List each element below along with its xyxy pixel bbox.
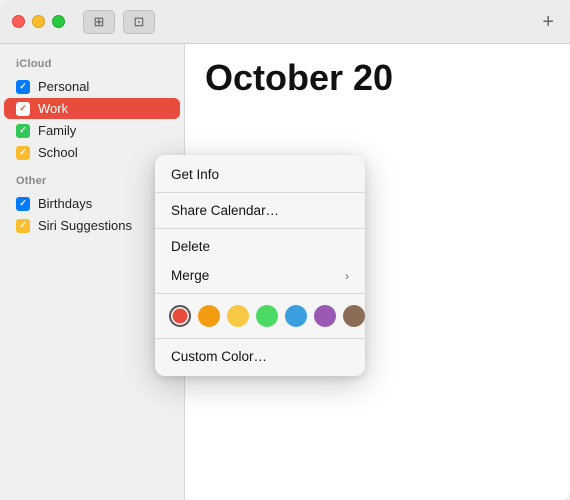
siri-label: Siri Suggestions: [38, 218, 132, 233]
share-calendar-label: Share Calendar…: [171, 203, 279, 218]
sidebar-item-siri[interactable]: Siri Suggestions: [4, 215, 180, 236]
birthdays-checkbox[interactable]: [16, 197, 30, 211]
work-label: Work: [38, 101, 68, 116]
maximize-button[interactable]: [52, 15, 65, 28]
separator-3: [155, 293, 365, 294]
separator-1: [155, 192, 365, 193]
color-green[interactable]: [256, 305, 278, 327]
title-bar: ⊞ ⊡ +: [0, 0, 570, 44]
grid-icon: ⊞: [94, 14, 105, 30]
school-label: School: [38, 145, 78, 160]
separator-2: [155, 228, 365, 229]
color-red[interactable]: [169, 305, 191, 327]
color-yellow[interactable]: [227, 305, 249, 327]
personal-label: Personal: [38, 79, 89, 94]
add-calendar-button[interactable]: +: [542, 11, 554, 34]
calendar-month-year: October 20: [205, 60, 550, 96]
inbox-icon: ⊡: [134, 14, 145, 30]
sidebar-item-work[interactable]: Work: [4, 98, 180, 119]
grid-view-button[interactable]: ⊞: [83, 10, 115, 34]
birthdays-label: Birthdays: [38, 196, 92, 211]
school-checkbox[interactable]: [16, 146, 30, 160]
app-window: ⊞ ⊡ + iCloud Personal Work Family School: [0, 0, 570, 500]
personal-checkbox[interactable]: [16, 80, 30, 94]
family-label: Family: [38, 123, 76, 138]
custom-color-label: Custom Color…: [171, 349, 267, 364]
color-brown[interactable]: [343, 305, 365, 327]
context-menu-delete[interactable]: Delete: [155, 232, 365, 261]
minimize-button[interactable]: [32, 15, 45, 28]
merge-label: Merge: [171, 268, 209, 283]
family-checkbox[interactable]: [16, 124, 30, 138]
color-picker-row: [155, 297, 365, 335]
context-menu-custom-color[interactable]: Custom Color…: [155, 342, 365, 371]
delete-label: Delete: [171, 239, 210, 254]
context-menu-merge[interactable]: Merge ›: [155, 261, 365, 290]
get-info-label: Get Info: [171, 167, 219, 182]
context-menu-share-calendar[interactable]: Share Calendar…: [155, 196, 365, 225]
color-orange[interactable]: [198, 305, 220, 327]
sidebar-item-family[interactable]: Family: [4, 120, 180, 141]
context-menu-get-info[interactable]: Get Info: [155, 160, 365, 189]
color-purple[interactable]: [314, 305, 336, 327]
close-button[interactable]: [12, 15, 25, 28]
work-checkbox[interactable]: [16, 102, 30, 116]
separator-4: [155, 338, 365, 339]
toolbar-buttons: ⊞ ⊡: [83, 10, 155, 34]
traffic-lights: [12, 15, 65, 28]
color-blue[interactable]: [285, 305, 307, 327]
sidebar-item-birthdays[interactable]: Birthdays: [4, 193, 180, 214]
siri-checkbox[interactable]: [16, 219, 30, 233]
sidebar-item-personal[interactable]: Personal: [4, 76, 180, 97]
merge-submenu-chevron: ›: [345, 269, 349, 283]
sidebar-item-school[interactable]: School: [4, 142, 180, 163]
icloud-section-label: iCloud: [0, 58, 184, 76]
inbox-button[interactable]: ⊡: [123, 10, 155, 34]
context-menu: Get Info Share Calendar… Delete Merge › …: [155, 155, 365, 376]
